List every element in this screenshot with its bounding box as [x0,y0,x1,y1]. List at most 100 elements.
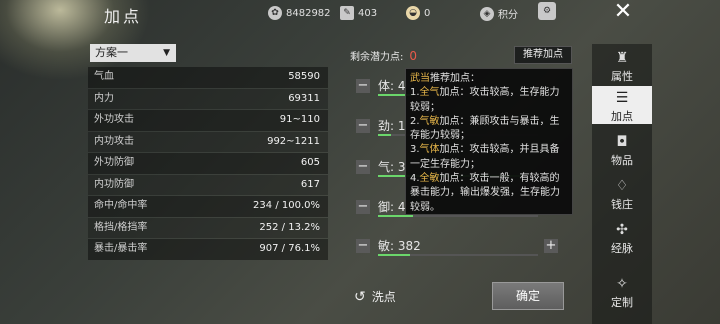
recommend-button[interactable]: 推荐加点 [514,46,572,64]
tab-items[interactable]: ◘ 物品 [592,134,652,168]
stat-row: 外功攻击 91~110 [88,110,328,131]
stat-label: 命中/命中率 [94,200,148,211]
scroll-icon: ✎ [340,6,354,20]
confirm-button[interactable]: 确定 [492,282,564,310]
points-resource[interactable]: ◈ 积分 [480,6,518,21]
tooltip-text: 3. [410,144,420,156]
reset-label: 洗点 [371,290,396,304]
ingot-icon: ◒ [406,6,420,20]
wand-icon: ✧ [616,276,628,292]
tooltip-highlight: 气体 [419,144,440,156]
tab-label: 经脉 [611,242,633,255]
attr-bar [378,254,538,256]
char-panel-root: 加点 ✿ 8482982 ✎ 403 ◒ 0 ◈ 积分 ⚙ ✕ 方案一 ▼ 气血 58590… [0,0,720,324]
attr-label: 敏: 382 [378,239,421,253]
tooltip-highlight: 全敏 [419,173,440,185]
sliders-icon: ☰ [615,90,629,106]
stat-label: 格挡/格挡率 [94,221,148,233]
stat-value: 907 / 76.1% [259,243,320,254]
bag-icon: ◘ [616,134,628,150]
stat-label: 外功防御 [94,157,134,168]
remaining-value: 0 [409,49,418,63]
attr-bar-fill [378,134,391,136]
tab-bank[interactable]: ♢ 钱庄 [592,178,652,212]
remaining-label: 剩余潜力点: [350,52,404,63]
stat-value: 69311 [288,92,320,104]
sidebar: ♜ 属性 ☰ 加点 ◘ 物品 ♢ 钱庄 ✣ 经脉 ✧ 定制 [592,44,652,324]
tab-label: 钱庄 [611,198,633,211]
decrease-button[interactable]: − [356,160,370,174]
attr-row-min: − 敏: 382 + [354,236,564,256]
tab-customize[interactable]: ✧ 定制 [592,276,652,310]
stat-row: 格挡/格挡率 252 / 13.2% [88,217,328,238]
hat-icon: ♜ [615,50,629,66]
stat-label: 气血 [94,71,114,82]
stat-label: 内功防御 [94,178,134,190]
attr-label: 体: 4 [378,79,406,93]
tab-label: 定制 [611,296,633,309]
silver-resource: ✿ 8482982 [268,6,331,20]
close-icon: ✕ [613,0,633,24]
tab-attributes[interactable]: ♜ 属性 [592,50,652,84]
attr-bar-fill [378,215,414,217]
decrease-button[interactable]: − [356,119,370,133]
stat-label: 暴击/暴击率 [94,243,148,254]
tab-allocate[interactable]: ☰ 加点 [592,86,652,124]
plan-selected: 方案一 [95,46,128,59]
money-bag-icon: ♢ [615,178,629,194]
settings-button[interactable]: ⚙ [538,2,556,20]
points-icon: ◈ [480,6,494,21]
tab-label: 加点 [611,110,633,123]
tab-meridian[interactable]: ✣ 经脉 [592,222,652,256]
recommend-tooltip: 武当推荐加点： 1.全气加点：攻击较高，生存能力较弱； 2.气敏加点：兼顾攻击与… [405,68,573,215]
stat-label: 外功攻击 [94,114,134,125]
decrease-button[interactable]: − [356,79,370,93]
remaining-points: 剩余潜力点: 0 [350,48,417,63]
stat-value: 617 [300,178,320,190]
increase-button[interactable]: + [544,239,558,253]
plan-dropdown[interactable]: 方案一 ▼ [90,44,176,62]
attr-bar-fill [378,254,410,256]
stat-value: 605 [300,157,320,168]
tooltip-highlight: 气敏 [419,115,440,127]
tooltip-highlight: 全气 [419,87,440,99]
tab-label: 物品 [611,154,633,167]
stat-row: 内力 69311 [88,88,328,109]
stat-row: 内功防御 617 [88,174,328,195]
stats-panel: 方案一 ▼ 气血 58590 内力 69311 外功攻击 91~110 内功攻击 992~… [88,44,328,260]
tooltip-text: 1. [410,87,420,99]
attr-label: 御: 4 [378,200,406,214]
stat-row: 命中/命中率 234 / 100.0% [88,196,328,217]
ingot-resource: ◒ 0 [406,6,430,20]
stat-row: 气血 58590 [88,67,328,88]
stat-label: 内力 [94,92,114,104]
attr-label: 气: 3 [378,160,406,174]
scroll-amount: 403 [358,7,378,19]
stat-label: 内功攻击 [94,135,134,147]
chevron-down-icon: ▼ [163,48,170,58]
decrease-button[interactable]: − [356,200,370,214]
page-title: 加点 [104,7,143,26]
scroll-resource: ✎ 403 [340,6,377,20]
meridian-icon: ✣ [616,222,628,238]
reset-button[interactable]: ↺ 洗点 [354,288,396,305]
decrease-button[interactable]: − [356,239,370,253]
ingot-amount: 0 [424,7,431,19]
attr-bar [378,215,538,217]
close-button[interactable]: ✕ [606,0,640,24]
stat-row: 内功攻击 992~1211 [88,131,328,152]
stat-value: 91~110 [279,114,320,125]
points-label: 积分 [498,10,518,21]
tooltip-text: 2. [410,115,420,127]
stat-value: 234 / 100.0% [253,200,320,211]
tooltip-highlight: 武当 [410,73,430,84]
top-bar: 加点 ✿ 8482982 ✎ 403 ◒ 0 ◈ 积分 ⚙ ✕ [0,0,720,26]
gear-icon: ⚙ [538,2,556,20]
stat-row: 暴击/暴击率 907 / 76.1% [88,239,328,260]
reset-icon: ↺ [354,288,366,305]
stat-row: 外功防御 605 [88,153,328,174]
stat-value: 58590 [288,71,320,82]
stat-value: 252 / 13.2% [259,221,320,233]
silver-coin-icon: ✿ [268,6,282,20]
attr-label: 劲: 1 [378,119,406,133]
